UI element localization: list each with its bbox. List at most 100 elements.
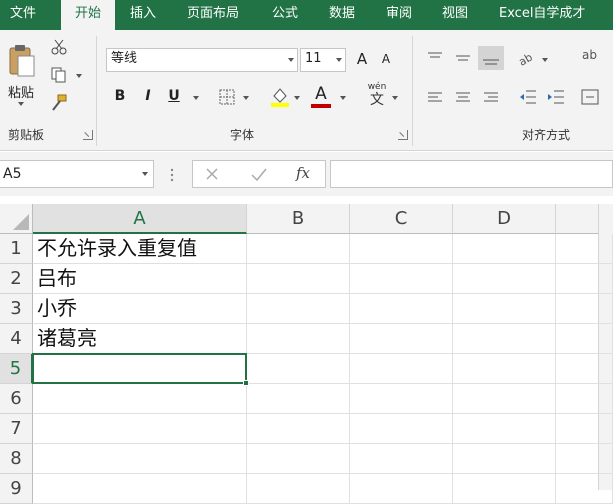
cell[interactable] <box>453 444 556 474</box>
cell[interactable] <box>453 354 556 384</box>
font-name-input[interactable]: 等线 <box>106 48 298 72</box>
font-color-letter[interactable]: A <box>312 84 330 104</box>
fill-color-dropdown-icon[interactable] <box>294 96 300 100</box>
tab-home[interactable]: 开始 <box>61 0 115 30</box>
cell[interactable] <box>33 444 247 474</box>
wrap-text-label[interactable]: ab <box>582 48 597 62</box>
row-header[interactable]: 2 <box>0 264 33 294</box>
cell[interactable] <box>453 474 556 504</box>
row-header[interactable]: 1 <box>0 234 33 264</box>
row-header[interactable]: 3 <box>0 294 33 324</box>
phonetic-guide-top[interactable]: wén <box>366 82 388 92</box>
underline-dropdown-icon[interactable] <box>193 96 199 100</box>
cell[interactable] <box>247 414 350 444</box>
column-header-d[interactable]: D <box>453 204 556 234</box>
cell[interactable] <box>350 474 453 504</box>
merge-center-icon[interactable] <box>580 88 600 106</box>
cell[interactable] <box>350 384 453 414</box>
cell[interactable] <box>350 414 453 444</box>
cell[interactable] <box>556 294 613 324</box>
tab-insert[interactable]: 插入 <box>130 0 162 30</box>
align-middle-icon[interactable] <box>454 50 472 64</box>
borders-dropdown-icon[interactable] <box>243 96 249 100</box>
align-top-icon[interactable] <box>426 50 444 64</box>
row-header[interactable]: 7 <box>0 414 33 444</box>
orientation-icon[interactable]: ab <box>516 50 538 69</box>
cell[interactable]: 不允许录入重复值 <box>33 234 247 264</box>
copy-dropdown-icon[interactable] <box>76 74 82 78</box>
enter-icon[interactable] <box>250 166 268 182</box>
cell[interactable]: 吕布 <box>33 264 247 294</box>
cell[interactable] <box>247 474 350 504</box>
font-launcher-icon[interactable] <box>398 130 408 140</box>
font-color-dropdown-icon[interactable] <box>340 96 346 100</box>
cell[interactable] <box>453 414 556 444</box>
tab-file[interactable]: 文件 <box>10 0 38 30</box>
row-header[interactable]: 8 <box>0 444 33 474</box>
clipboard-launcher-icon[interactable] <box>83 130 93 140</box>
cancel-icon[interactable] <box>204 166 220 182</box>
cell[interactable] <box>350 294 453 324</box>
grow-font-button[interactable]: A <box>354 50 370 68</box>
align-bottom-icon[interactable] <box>478 46 504 70</box>
cell[interactable] <box>556 234 613 264</box>
tab-data[interactable]: 数据 <box>329 0 361 30</box>
phonetic-dropdown-icon[interactable] <box>392 96 398 100</box>
cell[interactable] <box>556 354 613 384</box>
bold-button[interactable]: B <box>112 88 128 104</box>
cell[interactable] <box>33 414 247 444</box>
cell[interactable] <box>556 444 613 474</box>
insert-function-button[interactable]: fx <box>296 164 310 182</box>
cell[interactable] <box>33 474 247 504</box>
cell[interactable] <box>350 324 453 354</box>
paste-dropdown-icon[interactable] <box>18 102 24 106</box>
column-header-c[interactable]: C <box>350 204 453 234</box>
formula-input[interactable] <box>330 160 613 188</box>
align-left-icon[interactable] <box>426 90 444 104</box>
cell[interactable] <box>453 294 556 324</box>
select-all-button[interactable] <box>0 204 33 234</box>
row-header[interactable]: 5 <box>0 354 33 384</box>
cell[interactable] <box>350 264 453 294</box>
cell[interactable]: 诸葛亮 <box>33 324 247 354</box>
cell[interactable] <box>247 294 350 324</box>
format-painter-icon[interactable] <box>50 94 68 112</box>
borders-icon[interactable] <box>218 88 236 106</box>
cell[interactable] <box>453 264 556 294</box>
cell[interactable] <box>556 264 613 294</box>
cell[interactable] <box>453 384 556 414</box>
column-header-b[interactable]: B <box>247 204 350 234</box>
cell[interactable] <box>247 264 350 294</box>
name-box[interactable]: A5 <box>0 160 154 188</box>
row-header[interactable]: 9 <box>0 474 33 504</box>
copy-icon[interactable] <box>50 66 68 84</box>
name-box-dropdown-icon[interactable] <box>142 172 148 176</box>
tab-formulas[interactable]: 公式 <box>272 0 304 30</box>
decrease-indent-icon[interactable] <box>518 88 538 106</box>
cell[interactable] <box>247 384 350 414</box>
align-center-icon[interactable] <box>454 90 472 104</box>
row-header[interactable]: 4 <box>0 324 33 354</box>
cell[interactable] <box>247 354 350 384</box>
tab-custom[interactable]: Excel自学成才 <box>499 0 613 30</box>
column-header-a[interactable]: A <box>33 204 247 234</box>
increase-indent-icon[interactable] <box>546 88 566 106</box>
row-header[interactable]: 6 <box>0 384 33 414</box>
cell[interactable] <box>350 234 453 264</box>
italic-button[interactable]: I <box>140 88 156 104</box>
cell[interactable] <box>33 384 247 414</box>
fill-handle[interactable] <box>243 380 249 386</box>
formula-bar-grip-icon[interactable] <box>170 166 174 184</box>
tab-view[interactable]: 视图 <box>442 0 474 30</box>
cell[interactable] <box>556 474 613 504</box>
cell[interactable] <box>453 324 556 354</box>
orientation-dropdown-icon[interactable] <box>542 58 548 62</box>
font-name-dropdown-icon[interactable] <box>288 58 294 62</box>
cell[interactable] <box>453 234 556 264</box>
fill-color-icon[interactable] <box>270 86 290 108</box>
cell[interactable] <box>247 444 350 474</box>
tab-page-layout[interactable]: 页面布局 <box>187 0 245 30</box>
cell[interactable]: 小乔 <box>33 294 247 324</box>
font-size-dropdown-icon[interactable] <box>336 58 342 62</box>
underline-button[interactable]: U <box>166 88 182 104</box>
